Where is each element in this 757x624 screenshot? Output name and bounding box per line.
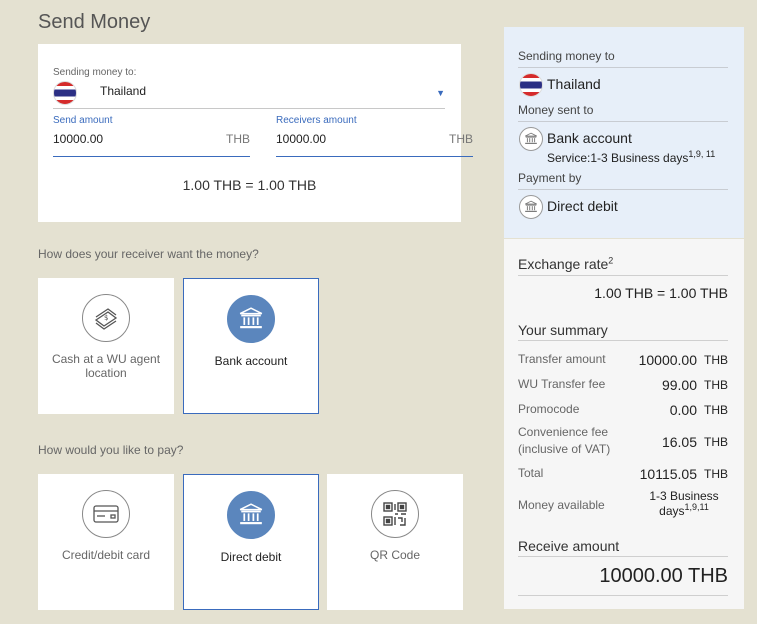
wu-fee-value: 99.00	[661, 377, 697, 393]
convenience-fee-value: 16.05	[661, 434, 697, 450]
payment-by-heading: Payment by	[518, 171, 582, 185]
send-form-card: Sending money to: Thailand ▼ Send amount…	[38, 44, 473, 222]
divider	[518, 67, 728, 68]
transfer-amount-label: Transfer amount	[518, 352, 606, 366]
thailand-flag-icon	[53, 81, 77, 105]
receive-amount-value: 10000.00 THB	[599, 565, 728, 587]
exchange-rate-heading: Exchange rate2	[518, 256, 613, 272]
exchange-rate-footnote: 2	[608, 255, 614, 266]
promocode-value: 0.00	[669, 402, 697, 418]
bank-icon	[519, 127, 543, 151]
convenience-fee-unit: THB	[704, 435, 728, 449]
service-label: Service:1-3 Business days	[547, 151, 689, 165]
service-text: Service:1-3 Business days1,9, 11	[547, 149, 716, 166]
option-label: Bank account	[214, 354, 288, 368]
country-select[interactable]: Thailand ▼	[53, 81, 445, 109]
money-sent-to-heading: Money sent to	[518, 103, 594, 117]
total-unit: THB	[704, 467, 728, 481]
wu-fee-label: WU Transfer fee	[518, 377, 606, 391]
option-label: Cash at a WU agent location	[51, 352, 161, 380]
credit-card-icon	[82, 490, 130, 538]
service-footnote: 1,9, 11	[688, 149, 716, 159]
option-label: Credit/debit card	[61, 548, 151, 562]
country-label: Sending money to:	[53, 67, 137, 78]
thailand-flag-icon	[519, 73, 543, 97]
option-label: Direct debit	[220, 550, 282, 564]
receive-amount-heading: Receive amount	[518, 538, 620, 554]
summary-payment-method: Direct debit	[547, 198, 618, 214]
divider	[518, 595, 728, 596]
option-bank-account[interactable]: Bank account	[183, 278, 319, 414]
sending-to-heading: Sending money to	[518, 49, 615, 63]
money-available-line2-wrap: days1,9,11	[634, 502, 734, 519]
cash-icon: $	[82, 294, 130, 342]
send-amount-field[interactable]: 10000.00 THB	[53, 129, 250, 157]
receivers-amount-field[interactable]: 10000.00 THB	[276, 129, 473, 157]
transfer-amount-unit: THB	[704, 353, 728, 367]
qr-code-icon	[371, 490, 419, 538]
bank-icon	[227, 295, 275, 343]
payment-method-question: How would you like to pay?	[38, 443, 184, 457]
bank-icon	[227, 491, 275, 539]
divider	[518, 189, 728, 190]
page-title: Send Money	[38, 11, 151, 33]
divider	[518, 121, 728, 122]
option-qr-code[interactable]: QR Code	[327, 474, 463, 610]
country-name: Thailand	[100, 84, 147, 98]
receivers-amount-label: Receivers amount	[276, 115, 357, 126]
promocode-label: Promocode	[518, 402, 580, 416]
money-available-footnote: 1,9,11	[684, 502, 709, 512]
send-amount-label: Send amount	[53, 115, 113, 126]
summary-totals-panel: Exchange rate2 1.00 THB = 1.00 THB Your …	[504, 239, 744, 609]
summary-country: Thailand	[547, 76, 601, 92]
summary-money-sent-to: Bank account	[547, 130, 632, 146]
receive-currency: THB	[449, 132, 473, 146]
receive-method-question: How does your receiver want the money?	[38, 247, 259, 261]
send-amount-value[interactable]: 10000.00	[53, 132, 103, 146]
promocode-unit: THB	[704, 403, 728, 417]
total-value: 10115.05	[639, 466, 697, 482]
money-available-line2: days	[659, 504, 685, 518]
exchange-rate-label: Exchange rate	[518, 256, 609, 272]
divider	[518, 556, 728, 557]
option-label: QR Code	[369, 548, 421, 562]
option-cash-agent[interactable]: $ Cash at a WU agent location	[38, 278, 174, 414]
option-direct-debit[interactable]: Direct debit	[183, 474, 319, 610]
option-credit-debit-card[interactable]: Credit/debit card	[38, 474, 174, 610]
chevron-down-icon[interactable]: ▼	[436, 88, 445, 98]
money-available-label: Money available	[518, 498, 605, 512]
send-currency: THB	[226, 132, 250, 146]
wu-fee-unit: THB	[704, 378, 728, 392]
exchange-rate-text: 1.00 THB = 1.00 THB	[182, 177, 317, 193]
svg-text:$: $	[104, 314, 108, 322]
your-summary-heading: Your summary	[518, 322, 608, 338]
total-label: Total	[518, 466, 544, 480]
divider	[518, 340, 728, 341]
bank-icon	[519, 195, 543, 219]
transfer-amount-value: 10000.00	[638, 352, 697, 368]
money-available-value: 1-3 Business days1,9,11	[634, 489, 734, 519]
exchange-rate-value: 1.00 THB = 1.00 THB	[594, 285, 728, 301]
divider	[518, 275, 728, 276]
summary-details-panel: Sending money to Thailand Money sent to …	[504, 27, 744, 238]
receivers-amount-value[interactable]: 10000.00	[276, 132, 326, 146]
